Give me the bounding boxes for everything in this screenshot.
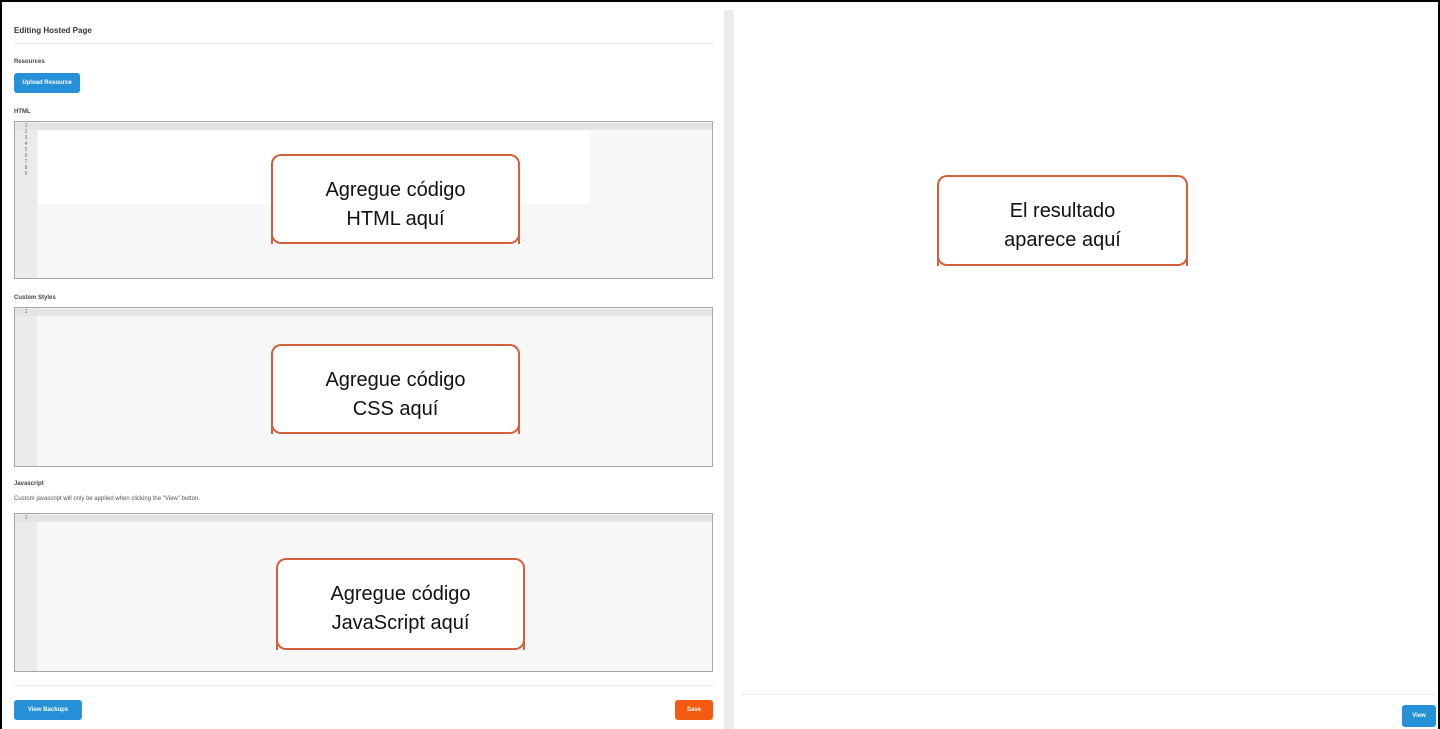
- preview-footer-divider: [742, 694, 1434, 695]
- html-active-line: [15, 123, 712, 130]
- view-backups-button[interactable]: View Backups: [14, 700, 82, 720]
- html-callout: Agregue código HTML aquí: [271, 154, 520, 244]
- save-button[interactable]: Save: [675, 700, 713, 720]
- result-callout: El resultado aparece aquí: [937, 175, 1188, 266]
- javascript-note: Custom javascript will only be applied w…: [14, 496, 200, 502]
- js-callout-line-1: Agregue código: [330, 583, 471, 605]
- css-callout-line-2: CSS aquí: [352, 398, 439, 420]
- css-editor-gutter: [15, 308, 37, 466]
- preview-panel: View: [734, 0, 1438, 729]
- result-callout-line-1: El resultado: [1009, 200, 1116, 222]
- title-divider: [14, 43, 714, 44]
- upload-resource-button[interactable]: Upload Resource: [14, 73, 80, 93]
- resources-label: Resources: [14, 59, 45, 65]
- css-line-numbers: 1: [15, 309, 37, 315]
- html-callout-line-1: Agregue código: [325, 179, 466, 201]
- css-active-line: [15, 309, 712, 316]
- result-callout-line-2: aparece aquí: [1004, 229, 1121, 251]
- view-button[interactable]: View: [1402, 705, 1436, 727]
- html-callout-line-2: HTML aquí: [346, 208, 445, 230]
- footer-divider: [14, 685, 714, 686]
- js-active-line: [15, 515, 712, 522]
- js-callout-line-2: JavaScript aquí: [331, 612, 470, 634]
- js-line-numbers: 1: [15, 515, 37, 521]
- line-number: 1: [24, 515, 28, 521]
- css-callout: Agregue código CSS aquí: [271, 344, 520, 434]
- html-label: HTML: [14, 109, 31, 115]
- javascript-label: Javascript: [14, 481, 44, 487]
- line-number: 9: [24, 171, 28, 177]
- custom-styles-label: Custom Styles: [14, 295, 56, 301]
- panel-splitter[interactable]: [724, 10, 734, 729]
- css-callout-line-1: Agregue código: [325, 369, 466, 391]
- js-callout: Agregue código JavaScript aquí: [276, 558, 525, 650]
- page-title: Editing Hosted Page: [14, 26, 92, 35]
- html-line-numbers: 123456789: [15, 123, 37, 177]
- js-editor-gutter: [15, 514, 37, 671]
- line-number: 1: [24, 309, 28, 315]
